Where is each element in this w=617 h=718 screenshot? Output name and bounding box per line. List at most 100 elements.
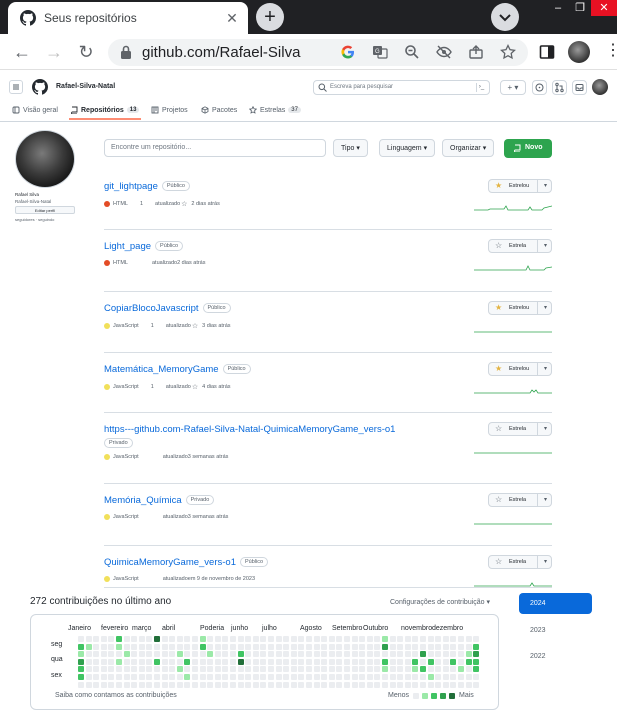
contribution-day[interactable] xyxy=(146,658,153,665)
contribution-day[interactable] xyxy=(184,666,191,673)
contribution-day[interactable] xyxy=(108,636,115,642)
contribution-day[interactable] xyxy=(404,643,411,650)
google-icon[interactable] xyxy=(340,44,356,60)
contribution-day[interactable] xyxy=(199,636,206,642)
contribution-day[interactable] xyxy=(108,681,115,688)
contribution-day[interactable] xyxy=(260,651,267,658)
contribution-day[interactable] xyxy=(138,651,145,658)
star-button[interactable]: ★ Estrelou ▾ xyxy=(488,301,552,315)
contribution-day[interactable] xyxy=(328,674,335,680)
contribution-day[interactable] xyxy=(199,643,206,650)
contribution-day[interactable] xyxy=(116,636,122,642)
contribution-day[interactable] xyxy=(154,681,160,688)
repo-star-count[interactable]: 1 xyxy=(151,384,154,390)
contribution-day[interactable] xyxy=(85,674,92,680)
contribution-day[interactable] xyxy=(283,658,290,665)
contribution-day[interactable] xyxy=(435,681,442,688)
contribution-day[interactable] xyxy=(412,651,419,658)
contribution-day[interactable] xyxy=(260,643,267,650)
contribution-day[interactable] xyxy=(374,681,381,688)
contribution-day[interactable] xyxy=(123,674,130,680)
contribution-day[interactable] xyxy=(260,658,267,665)
lock-icon[interactable] xyxy=(120,45,132,59)
contribution-day[interactable] xyxy=(313,666,320,673)
contribution-day[interactable] xyxy=(283,666,290,673)
contribution-day[interactable] xyxy=(283,674,290,680)
contribution-day[interactable] xyxy=(138,681,145,688)
contribution-day[interactable] xyxy=(473,651,480,658)
contribution-day[interactable] xyxy=(192,643,198,650)
translate-icon[interactable]: G xyxy=(372,44,388,60)
contribution-day[interactable] xyxy=(245,636,252,642)
bookmark-star-icon[interactable] xyxy=(500,44,516,60)
contribution-day[interactable] xyxy=(313,674,320,680)
contribution-day[interactable] xyxy=(458,666,464,673)
address-bar[interactable]: github.com/Rafael-Silva G xyxy=(108,39,528,66)
contribution-day[interactable] xyxy=(313,658,320,665)
command-palette-icon[interactable]: ›_ xyxy=(476,83,486,92)
contribution-day[interactable] xyxy=(412,658,419,665)
contribution-day[interactable] xyxy=(435,658,442,665)
contribution-day[interactable] xyxy=(176,681,183,688)
contribution-day[interactable] xyxy=(366,658,373,665)
contribution-day[interactable] xyxy=(207,674,214,680)
contribution-day[interactable] xyxy=(199,681,206,688)
repo-name[interactable]: https---github.com-Rafael-Silva-Natal-Qu… xyxy=(104,424,395,435)
contribution-day[interactable] xyxy=(359,681,366,688)
reload-icon[interactable]: ↻ xyxy=(76,42,96,62)
contribution-day[interactable] xyxy=(420,666,426,673)
contribution-day[interactable] xyxy=(116,651,122,658)
tab-stars[interactable]: Estrelas 37 xyxy=(249,106,301,114)
contribution-day[interactable] xyxy=(397,643,404,650)
contribution-day[interactable] xyxy=(78,666,84,673)
contribution-day[interactable] xyxy=(374,651,381,658)
contribution-day[interactable] xyxy=(237,674,244,680)
contribution-day[interactable] xyxy=(359,674,366,680)
minimize-icon[interactable]: – xyxy=(547,0,569,16)
contribution-day[interactable] xyxy=(366,666,373,673)
repo-star-count[interactable]: 1 xyxy=(151,323,154,329)
contribution-day[interactable] xyxy=(237,666,244,673)
new-repository-button[interactable]: Novo xyxy=(504,139,552,158)
contribution-day[interactable] xyxy=(389,643,396,650)
contribution-day[interactable] xyxy=(275,636,282,642)
contribution-day[interactable] xyxy=(230,643,236,650)
star-button[interactable]: ★ Estrelou ▾ xyxy=(488,362,552,376)
contribution-day[interactable] xyxy=(252,636,259,642)
contribution-day[interactable] xyxy=(100,643,107,650)
contribution-day[interactable] xyxy=(427,636,434,642)
contribution-day[interactable] xyxy=(237,643,244,650)
contribution-day[interactable] xyxy=(161,681,168,688)
contribution-day[interactable] xyxy=(184,636,191,642)
contribution-day[interactable] xyxy=(344,666,350,673)
contribution-day[interactable] xyxy=(169,681,176,688)
github-logo-icon[interactable] xyxy=(32,79,48,95)
contribution-day[interactable] xyxy=(100,674,107,680)
contribution-day[interactable] xyxy=(93,636,100,642)
contribution-day[interactable] xyxy=(458,636,464,642)
contribution-day[interactable] xyxy=(192,666,198,673)
contribution-day[interactable] xyxy=(450,651,457,658)
contribution-day[interactable] xyxy=(154,643,160,650)
contribution-day[interactable] xyxy=(427,643,434,650)
contribution-day[interactable] xyxy=(207,681,214,688)
contribution-day[interactable] xyxy=(252,643,259,650)
contribution-day[interactable] xyxy=(283,636,290,642)
contribution-day[interactable] xyxy=(214,643,221,650)
contribution-day[interactable] xyxy=(450,643,457,650)
contribution-day[interactable] xyxy=(389,674,396,680)
contribution-day[interactable] xyxy=(222,651,229,658)
contribution-day[interactable] xyxy=(290,651,297,658)
contribution-day[interactable] xyxy=(78,643,84,650)
contribution-day[interactable] xyxy=(123,681,130,688)
star-button[interactable]: ★ Estrelou ▾ xyxy=(488,179,552,193)
contribution-day[interactable] xyxy=(458,658,464,665)
contribution-day[interactable] xyxy=(397,674,404,680)
create-new-icon[interactable]: + ▾ xyxy=(500,80,526,95)
back-icon[interactable]: ← xyxy=(12,42,32,62)
contribution-day[interactable] xyxy=(176,643,183,650)
contribution-day[interactable] xyxy=(123,651,130,658)
contribution-day[interactable] xyxy=(184,674,191,680)
contribution-day[interactable] xyxy=(283,651,290,658)
language-filter-button[interactable]: Linguagem ▾ xyxy=(379,139,436,157)
